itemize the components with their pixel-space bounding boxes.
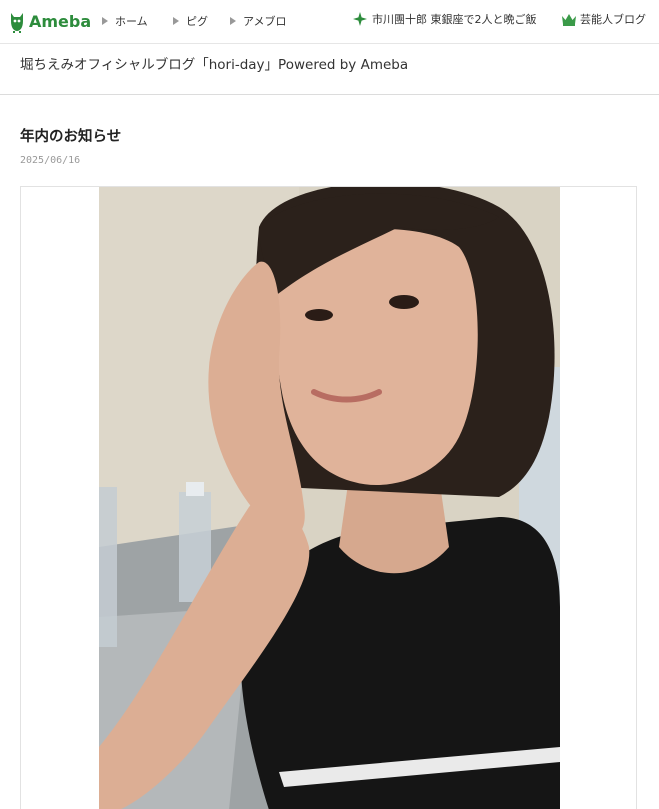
article-title[interactable]: 年内のお知らせ [20,125,121,146]
triangle-right-icon [230,17,236,25]
geino-blog-label: 芸能人ブログ [580,13,646,26]
logo-text: Ameba [29,11,92,31]
nav-pigg[interactable]: ピグ [173,13,208,29]
triangle-right-icon [173,17,179,25]
ameba-logo-icon [11,13,23,33]
nav-pigg-label: ピグ [186,15,208,28]
triangle-right-icon [102,17,108,25]
blog-header: 堀ちえみオフィシャルブログ「hori-day」Powered by Ameba [0,44,659,95]
crown-icon [562,13,576,26]
blog-title[interactable]: 堀ちえみオフィシャルブログ「hori-day」Powered by Ameba [20,53,408,73]
global-header: Ameba ホーム ピグ アメブロ 市川團十郎 東銀座で2人と晩ご飯 芸能人ブロ… [0,0,659,44]
article-date: 2025/06/16 [20,155,81,166]
topic-link-label: 市川團十郎 東銀座で2人と晩ご飯 [372,13,537,26]
nav-ameblo-label: アメブロ [243,15,287,28]
nav-ameblo[interactable]: アメブロ [230,13,286,29]
nav-home-label: ホーム [115,15,148,28]
geino-blog-link[interactable]: 芸能人ブログ [561,11,646,27]
nav-home[interactable]: ホーム [102,13,148,29]
sparkle-icon [353,12,367,26]
article-photo-frame [20,186,637,809]
topic-link[interactable]: 市川團十郎 東銀座で2人と晩ご飯 [353,11,537,27]
article-photo[interactable] [99,187,560,809]
ameba-logo[interactable]: Ameba [8,8,91,34]
